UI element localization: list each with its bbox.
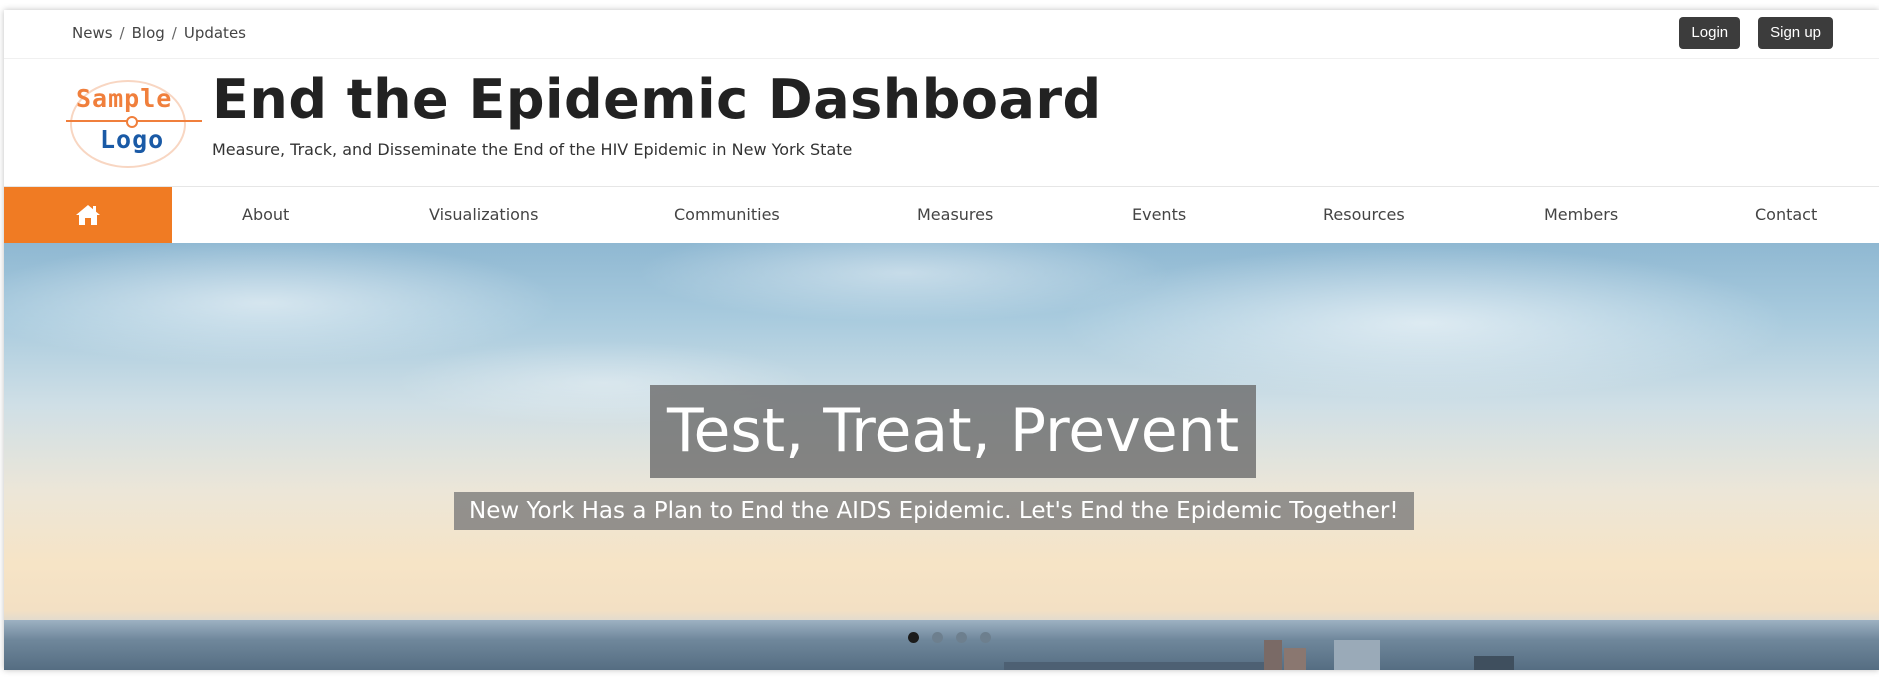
breadcrumb: News / Blog / Updates xyxy=(72,24,246,42)
city-skyline xyxy=(4,620,1879,670)
nav-item-measures[interactable]: Measures xyxy=(917,187,993,243)
nav-item-members[interactable]: Members xyxy=(1544,187,1618,243)
nav-item-about[interactable]: About xyxy=(242,187,289,243)
skyline-building xyxy=(1004,662,1264,670)
skyline-building xyxy=(1264,640,1282,670)
nav-item-events[interactable]: Events xyxy=(1132,187,1186,243)
nav-item-contact[interactable]: Contact xyxy=(1755,187,1817,243)
hero-tagline: New York Has a Plan to End the AIDS Epid… xyxy=(454,492,1414,530)
nav-item-visualizations[interactable]: Visualizations xyxy=(429,187,538,243)
page-frame: News / Blog / Updates Login Sign up Sample L… xyxy=(4,10,1879,670)
main-nav: About Visualizations Communities Measure… xyxy=(4,186,1879,244)
hero-headline: Test, Treat, Prevent xyxy=(650,385,1257,478)
carousel-dot-1[interactable] xyxy=(908,632,919,643)
skyline-building xyxy=(1334,640,1380,670)
hero-carousel[interactable]: Test, Treat, Prevent New York Has a Plan… xyxy=(4,243,1879,670)
carousel-dot-2[interactable] xyxy=(932,632,943,643)
home-icon xyxy=(76,205,100,225)
auth-buttons: Login Sign up xyxy=(1679,17,1833,49)
skyline-building xyxy=(1284,648,1306,670)
site-header: Sample Logo End the Epidemic Dashboard M… xyxy=(4,58,1879,186)
breadcrumb-updates-link[interactable]: Updates xyxy=(184,24,246,42)
signup-button[interactable]: Sign up xyxy=(1758,17,1833,49)
site-subtitle: Measure, Track, and Disseminate the End … xyxy=(212,140,853,159)
nav-item-communities[interactable]: Communities xyxy=(674,187,780,243)
breadcrumb-separator: / xyxy=(171,24,177,42)
skyline-building xyxy=(1474,656,1514,670)
breadcrumb-blog-link[interactable]: Blog xyxy=(132,24,165,42)
logo-text-bottom: Logo xyxy=(100,125,165,154)
carousel-indicators xyxy=(908,632,991,643)
nav-home-button[interactable] xyxy=(4,187,172,243)
logo-text-top: Sample xyxy=(76,84,173,113)
top-bar: News / Blog / Updates Login Sign up xyxy=(4,10,1879,59)
login-button[interactable]: Login xyxy=(1679,17,1741,49)
breadcrumb-news-link[interactable]: News xyxy=(72,24,113,42)
carousel-dot-4[interactable] xyxy=(980,632,991,643)
carousel-dot-3[interactable] xyxy=(956,632,967,643)
breadcrumb-separator: / xyxy=(119,24,125,42)
site-logo[interactable]: Sample Logo xyxy=(62,76,202,168)
site-title: End the Epidemic Dashboard xyxy=(212,68,1102,131)
nav-item-resources[interactable]: Resources xyxy=(1323,187,1405,243)
